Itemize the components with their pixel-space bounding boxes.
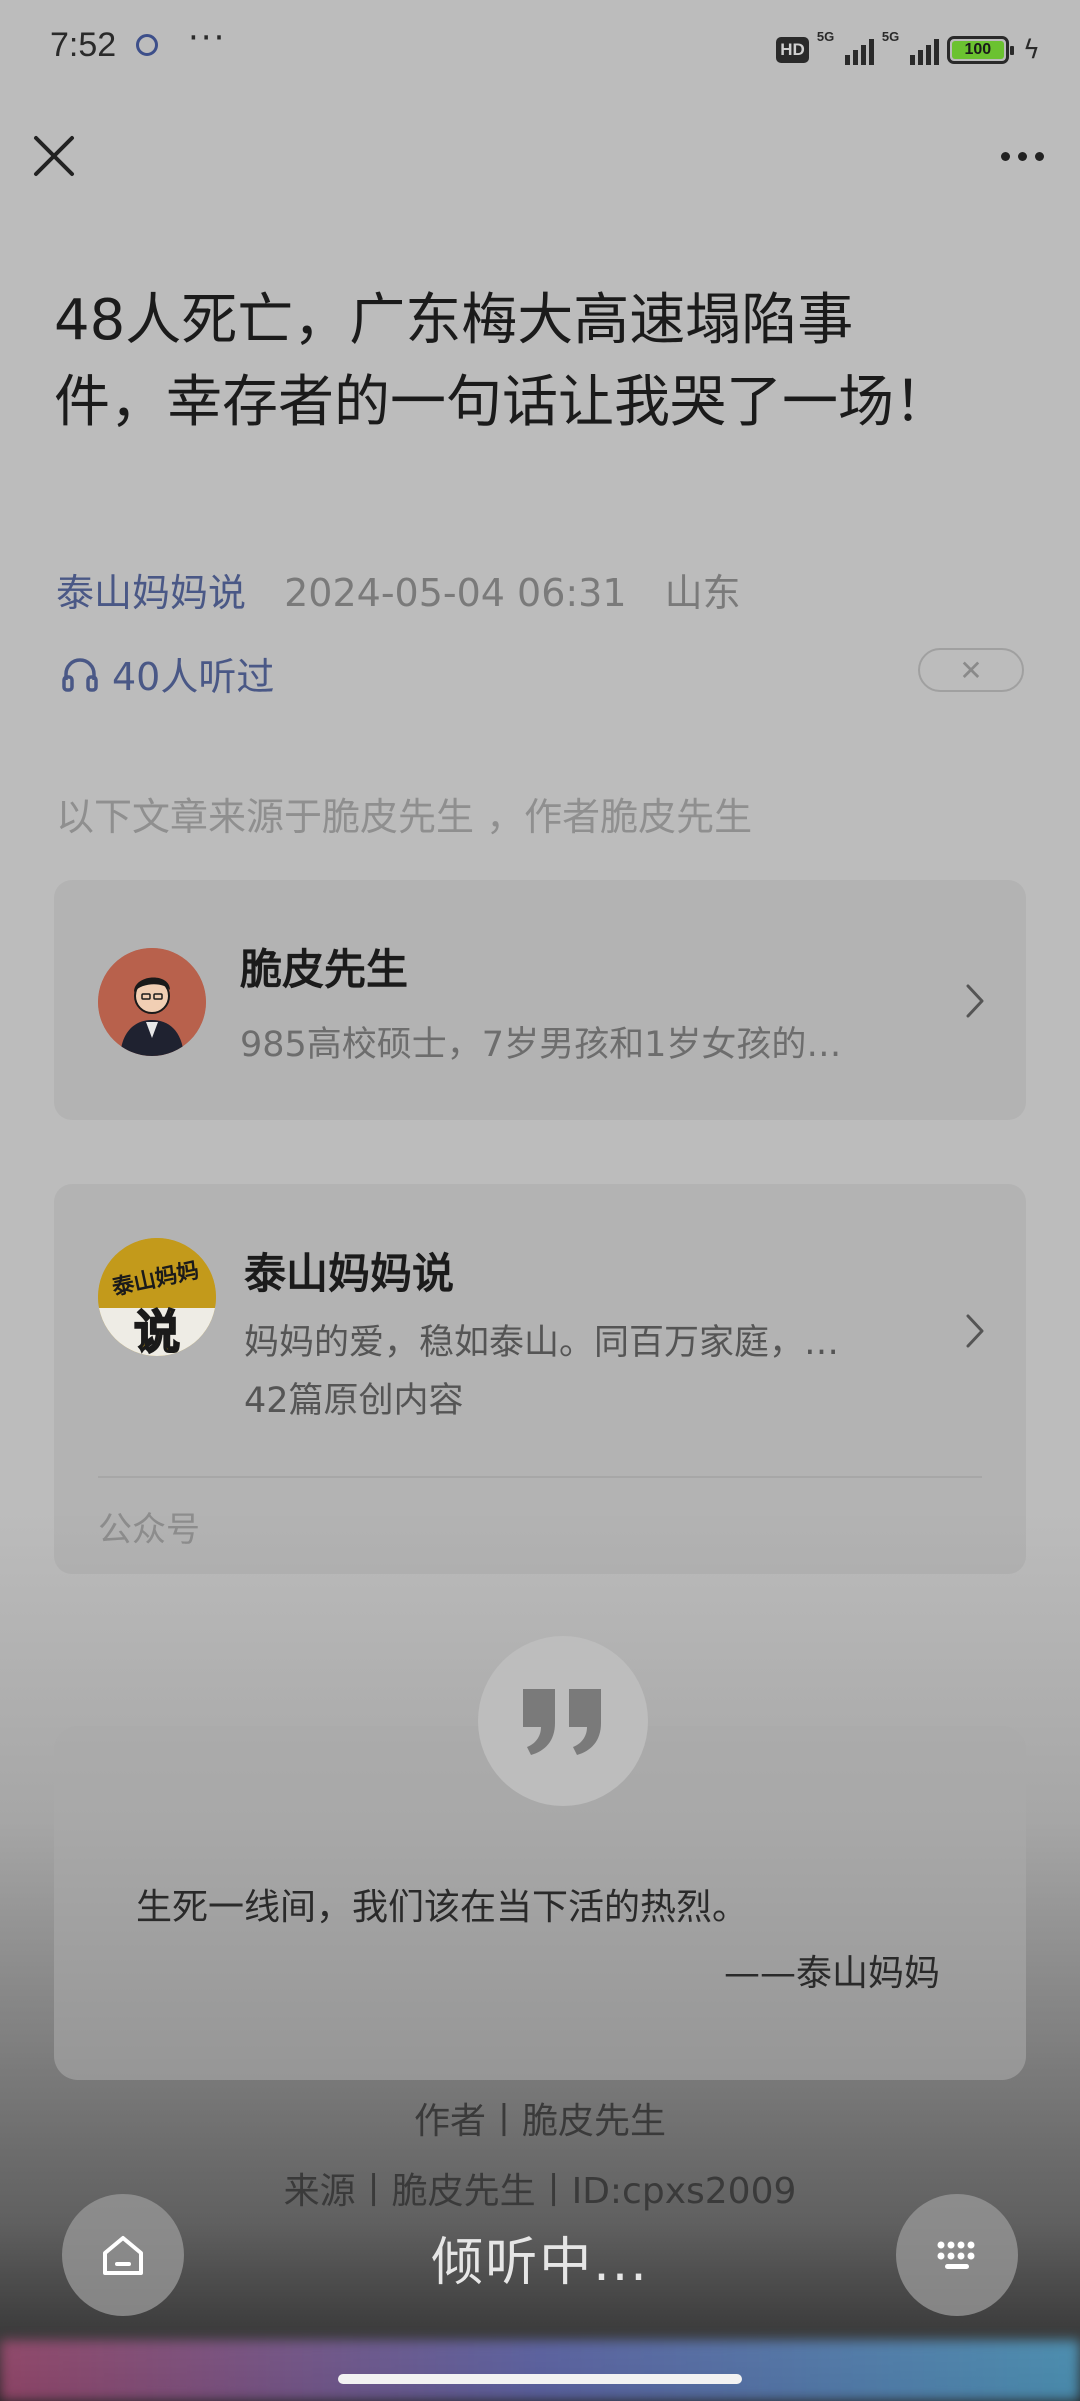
author-link[interactable]: 泰山妈妈说 [56, 571, 246, 615]
signal-1-label: 5G [816, 29, 835, 44]
status-bar: 7:52 ··· HD 5G 5G 100 ϟ [0, 0, 1080, 100]
signal-2-icon: 5G [882, 29, 939, 65]
status-icons: HD 5G 5G 100 ϟ [776, 29, 1040, 70]
person-illustration-icon [98, 948, 206, 1056]
close-icon [34, 136, 74, 176]
quote-text: 生死一线间，我们该在当下活的热烈。 [136, 1887, 749, 1928]
card-divider [98, 1476, 982, 1478]
article-page: 7:52 ··· HD 5G 5G 100 ϟ 48人死亡，广东梅大高速塌陷事件… [0, 0, 1080, 2401]
account-type-label: 公众号 [98, 1510, 200, 1550]
logo-text-big: 说 [134, 1305, 180, 1356]
source-author-name: 脆皮先生 [240, 945, 409, 994]
publish-date: 2024-05-04 06:31 [284, 571, 627, 615]
original-count: 42篇原创内容 [244, 1381, 464, 1421]
account-desc: 妈妈的爱，稳如泰山。同百万家庭，… [244, 1323, 840, 1363]
chevron-right-icon [966, 1314, 984, 1348]
close-button[interactable] [28, 130, 80, 182]
signal-1-icon: 5G [817, 29, 874, 65]
article-meta: 泰山妈妈说 2024-05-04 06:31 山东 [56, 562, 741, 617]
battery-level: 100 [951, 41, 1004, 59]
account-logo-icon: 泰山妈妈 说 [98, 1238, 216, 1356]
source-author-desc: 985高校硕士，7岁男孩和1岁女孩的… [240, 1025, 842, 1065]
publish-location: 山东 [664, 571, 741, 615]
chevron-right-icon [966, 984, 984, 1018]
more-dot [1034, 151, 1044, 161]
close-small-icon: ✕ [959, 653, 983, 687]
keyboard-button[interactable] [896, 2194, 1018, 2316]
home-indicator[interactable] [338, 2374, 742, 2384]
battery-icon: 100 [946, 36, 1014, 64]
listen-count-text: 40人听过 [112, 655, 275, 699]
app-notification-icon [136, 34, 158, 56]
source-avatar [98, 948, 206, 1056]
credit-author: 作者丨脆皮先生 [413, 2101, 666, 2142]
account-avatar: 泰山妈妈 说 [98, 1238, 216, 1356]
more-dot [1017, 151, 1027, 161]
more-notifications-icon: ··· [188, 18, 227, 58]
keyboard-icon [937, 2241, 975, 2269]
voice-glow [0, 2340, 1080, 2401]
signal-2-label: 5G [881, 29, 900, 44]
credit-source: 来源丨脆皮先生丨ID:cpxs2009 [283, 2171, 797, 2212]
source-author-card[interactable]: 脆皮先生 985高校硕士，7岁男孩和1岁女孩的… [54, 880, 1026, 1120]
quote-signature: ——泰山妈妈 [723, 1953, 940, 1994]
quote-mark-icon [523, 1689, 601, 1755]
status-time: 7:52 [50, 26, 117, 64]
hd-voice-icon: HD [776, 37, 809, 63]
dismiss-listen-button[interactable]: ✕ [918, 648, 1024, 692]
article-title: 48人死亡，广东梅大高速塌陷事件，幸存者的一句话让我哭了一场！ [54, 288, 950, 435]
official-account-card[interactable]: 泰山妈妈 说 泰山妈妈说 妈妈的爱，稳如泰山。同百万家庭，… 42篇原创内容 公… [54, 1184, 1026, 1574]
more-dot [1000, 151, 1010, 161]
account-name: 泰山妈妈说 [244, 1249, 455, 1298]
source-note: 以下文章来源于脆皮先生 ，作者脆皮先生 [56, 795, 753, 839]
quote-badge [478, 1636, 648, 1806]
headphones-icon [62, 657, 98, 692]
more-button[interactable] [992, 130, 1052, 182]
listen-count[interactable]: 40人听过 [60, 646, 274, 701]
charging-icon: ϟ [1022, 35, 1040, 65]
